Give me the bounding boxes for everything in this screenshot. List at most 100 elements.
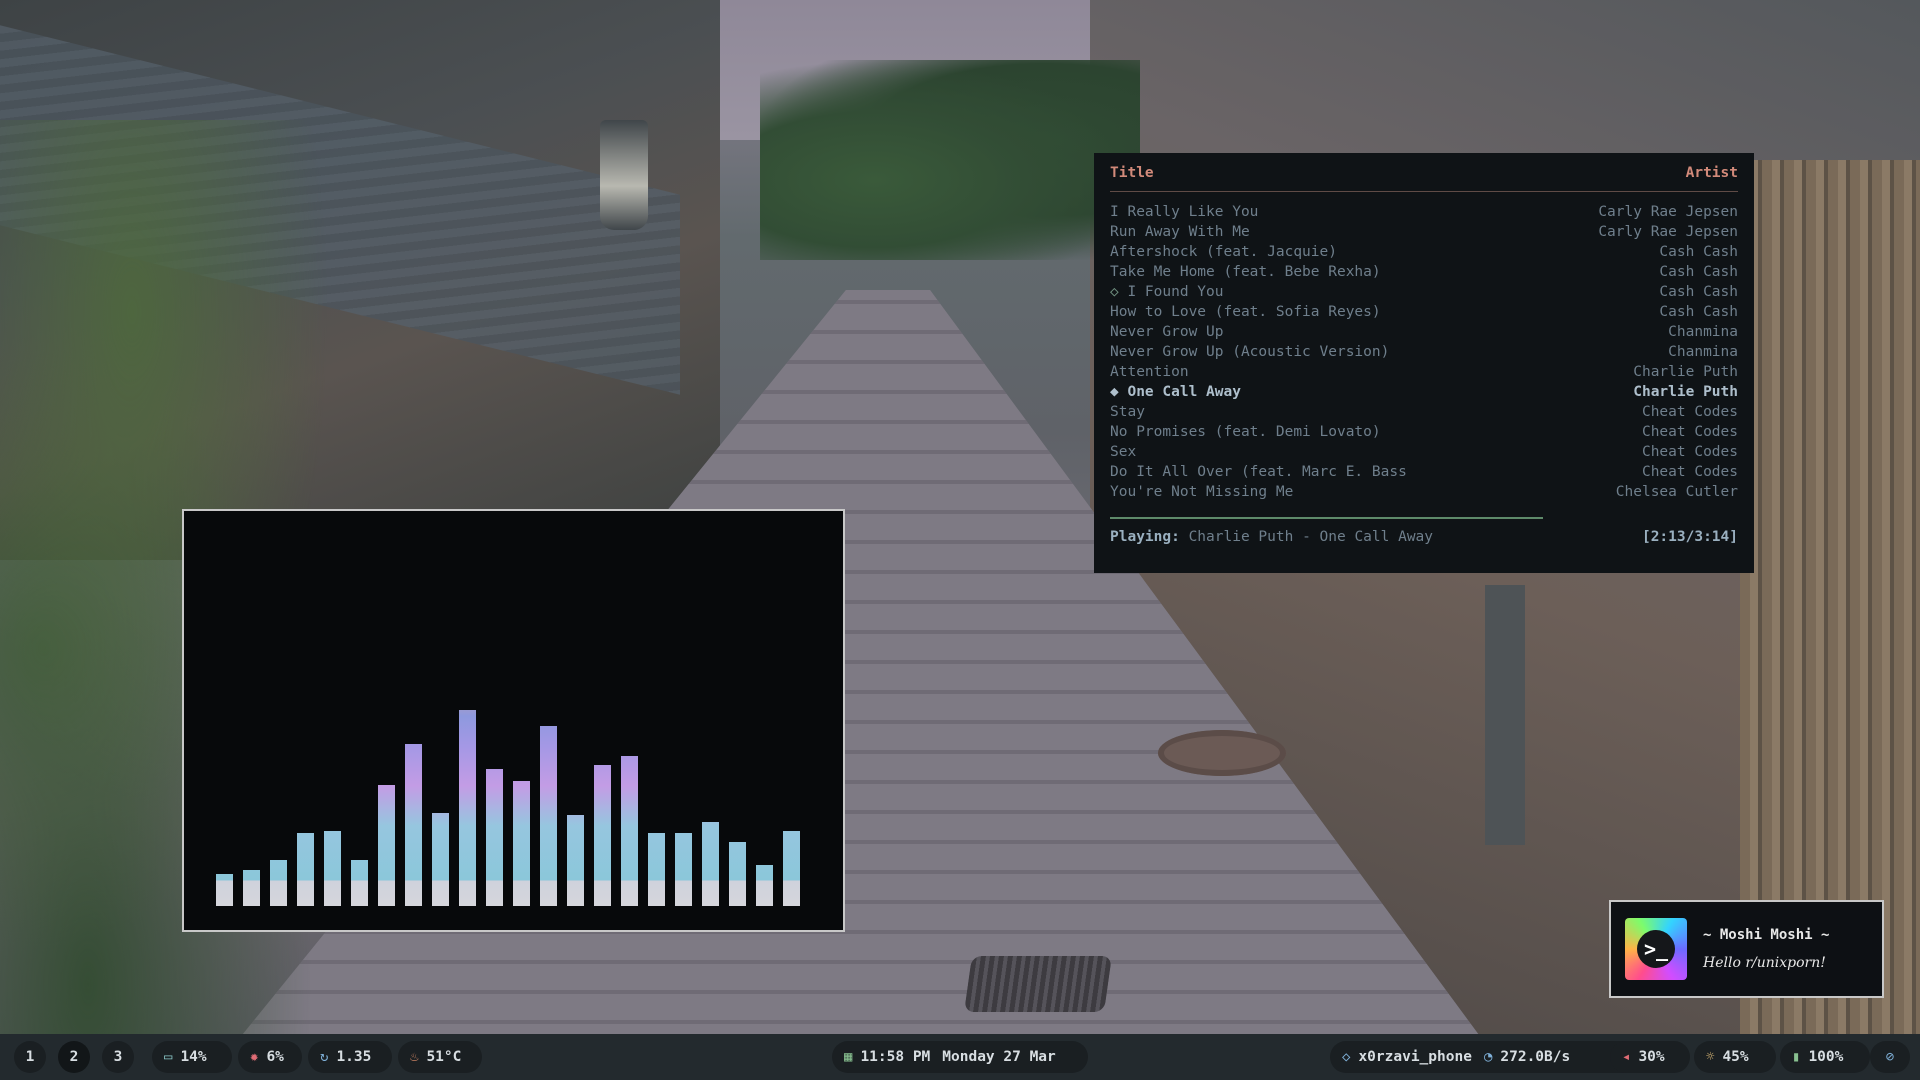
- brightness-value: 45%: [1722, 1049, 1749, 1065]
- speed-icon: ◔: [1483, 1049, 1493, 1065]
- status-bar: 1 2 3 ▭ 14% ✹ 6% ↻ 1.35 ♨ 51°C ▦ 11:58 P…: [0, 1034, 1920, 1080]
- cpu-module[interactable]: ✹ 6%: [238, 1041, 302, 1073]
- track-title: How to Love (feat. Sofia Reyes): [1110, 304, 1381, 320]
- track-artist: Cheat Codes: [1641, 404, 1738, 420]
- track-artist: Cash Cash: [1659, 264, 1738, 280]
- track-row[interactable]: ◇ I Found You Cash Cash: [1110, 282, 1738, 302]
- visualizer-bar: [216, 874, 233, 906]
- visualizer-bar: [756, 865, 773, 906]
- cpu-icon: ✹: [250, 1049, 259, 1065]
- workspace-2[interactable]: 2: [58, 1041, 90, 1073]
- visualizer-bar: [540, 726, 557, 906]
- volume-value: 30%: [1638, 1049, 1665, 1065]
- battery-icon: ▮: [1792, 1049, 1801, 1065]
- visualizer-bar: [243, 870, 260, 906]
- visualizer-bar: [648, 833, 665, 906]
- load-value: 1.35: [336, 1049, 372, 1065]
- refresh-icon: ↻: [320, 1049, 329, 1065]
- playlist[interactable]: I Really Like You Carly Rae Jepsen Run Awa…: [1110, 202, 1738, 502]
- visualizer-bar: [729, 842, 746, 906]
- flame-icon: ♨: [410, 1049, 419, 1065]
- memory-icon: ▭: [164, 1049, 173, 1065]
- wallpaper-street-lamp: [600, 120, 648, 230]
- volume-module[interactable]: ◂ 30%: [1610, 1041, 1690, 1073]
- track-title: Stay: [1110, 404, 1145, 420]
- playlist-header: Title Artist: [1110, 163, 1738, 185]
- battery-module[interactable]: ▮ 100%: [1780, 1041, 1870, 1073]
- track-title: You're Not Missing Me: [1110, 484, 1294, 500]
- visualizer-bar: [486, 769, 503, 906]
- track-title: I Found You: [1127, 284, 1224, 300]
- track-row[interactable]: Take Me Home (feat. Bebe Rexha) Cash Cash: [1110, 262, 1738, 282]
- visualizer-bar: [621, 756, 638, 906]
- track-row[interactable]: Stay Cheat Codes: [1110, 402, 1738, 422]
- memory-value: 14%: [180, 1049, 207, 1065]
- track-artist: Cash Cash: [1659, 284, 1738, 300]
- track-artist: Charlie Puth: [1633, 384, 1738, 400]
- wifi-icon: ◇: [1342, 1049, 1351, 1065]
- track-row[interactable]: Sex Cheat Codes: [1110, 442, 1738, 462]
- network-speed: 272.0B/s: [1500, 1049, 1571, 1065]
- visualizer-bar: [432, 813, 449, 906]
- visualizer-bar: [270, 860, 287, 906]
- track-row[interactable]: Run Away With Me Carly Rae Jepsen: [1110, 222, 1738, 242]
- playback-progress-bar[interactable]: [1110, 517, 1544, 519]
- notification-title: ~ Moshi Moshi ~: [1703, 927, 1830, 943]
- memory-module[interactable]: ▭ 14%: [152, 1041, 232, 1073]
- now-playing-text: Charlie Puth - One Call Away: [1188, 529, 1434, 545]
- track-row[interactable]: Attention Charlie Puth: [1110, 362, 1738, 382]
- wallpaper-drain: [964, 956, 1112, 1012]
- track-artist: Cash Cash: [1659, 244, 1738, 260]
- track-row[interactable]: You're Not Missing Me Chelsea Cutler: [1110, 482, 1738, 502]
- visualizer-bar: [459, 710, 476, 906]
- clock-module[interactable]: ▦ 11:58 PM Monday 27 Mar: [832, 1041, 1088, 1073]
- track-artist: Cheat Codes: [1641, 424, 1738, 440]
- visualizer-bar: [594, 765, 611, 906]
- brightness-module[interactable]: ☼ 45%: [1694, 1041, 1776, 1073]
- track-artist: Charlie Puth: [1633, 364, 1738, 380]
- visualizer-bars: [216, 646, 800, 906]
- wallpaper-manhole: [1158, 730, 1286, 776]
- track-title: Attention: [1110, 364, 1189, 380]
- track-title: Run Away With Me: [1110, 224, 1250, 240]
- header-separator: [1110, 191, 1738, 192]
- workspace-1[interactable]: 1: [14, 1041, 46, 1073]
- bluetooth-module[interactable]: ⊘: [1870, 1041, 1910, 1073]
- column-artist-header[interactable]: Artist: [1686, 163, 1738, 185]
- temperature-module[interactable]: ♨ 51°C: [398, 1041, 482, 1073]
- audio-visualizer-window[interactable]: [182, 509, 845, 932]
- notification-popup[interactable]: >_ ~ Moshi Moshi ~ Hello r/unixporn!: [1609, 900, 1884, 998]
- track-artist: Cheat Codes: [1641, 464, 1738, 480]
- track-title: Take Me Home (feat. Bebe Rexha): [1110, 264, 1381, 280]
- battery-value: 100%: [1808, 1049, 1844, 1065]
- load-module[interactable]: ↻ 1.35: [308, 1041, 392, 1073]
- visualizer-bar: [513, 781, 530, 906]
- speaker-icon: ◂: [1622, 1049, 1631, 1065]
- column-title-header[interactable]: Title: [1110, 163, 1154, 185]
- track-artist: Carly Rae Jepsen: [1598, 204, 1738, 220]
- visualizer-bar: [675, 833, 692, 906]
- calendar-icon: ▦: [844, 1049, 853, 1065]
- track-row[interactable]: Never Grow Up Chanmina: [1110, 322, 1738, 342]
- cpu-value: 6%: [266, 1049, 284, 1065]
- terminal-logo-icon: >_: [1625, 918, 1687, 980]
- track-artist: Cash Cash: [1659, 304, 1738, 320]
- track-artist: Carly Rae Jepsen: [1598, 224, 1738, 240]
- track-artist: Chanmina: [1668, 324, 1738, 340]
- track-row[interactable]: How to Love (feat. Sofia Reyes) Cash Cash: [1110, 302, 1738, 322]
- track-row[interactable]: I Really Like You Carly Rae Jepsen: [1110, 202, 1738, 222]
- visualizer-bar: [405, 744, 422, 906]
- track-row[interactable]: Do It All Over (feat. Marc E. Bass Cheat …: [1110, 462, 1738, 482]
- clock-date: Monday 27 Mar: [942, 1049, 1056, 1065]
- track-title: Do It All Over (feat. Marc E. Bass: [1110, 464, 1407, 480]
- notification-body: Hello r/unixporn!: [1703, 955, 1826, 971]
- track-row[interactable]: No Promises (feat. Demi Lovato) Cheat Cod…: [1110, 422, 1738, 442]
- visualizer-bar: [351, 860, 368, 906]
- workspace-3[interactable]: 3: [102, 1041, 134, 1073]
- track-artist: Chelsea Cutler: [1615, 484, 1738, 500]
- track-row[interactable]: ◆ One Call Away Charlie Puth: [1110, 382, 1738, 402]
- track-row[interactable]: Never Grow Up (Acoustic Version) Chanmina: [1110, 342, 1738, 362]
- track-row[interactable]: Aftershock (feat. Jacquie) Cash Cash: [1110, 242, 1738, 262]
- temperature-value: 51°C: [426, 1049, 462, 1065]
- music-player-window[interactable]: Title Artist I Really Like You Carly Rae …: [1094, 153, 1754, 573]
